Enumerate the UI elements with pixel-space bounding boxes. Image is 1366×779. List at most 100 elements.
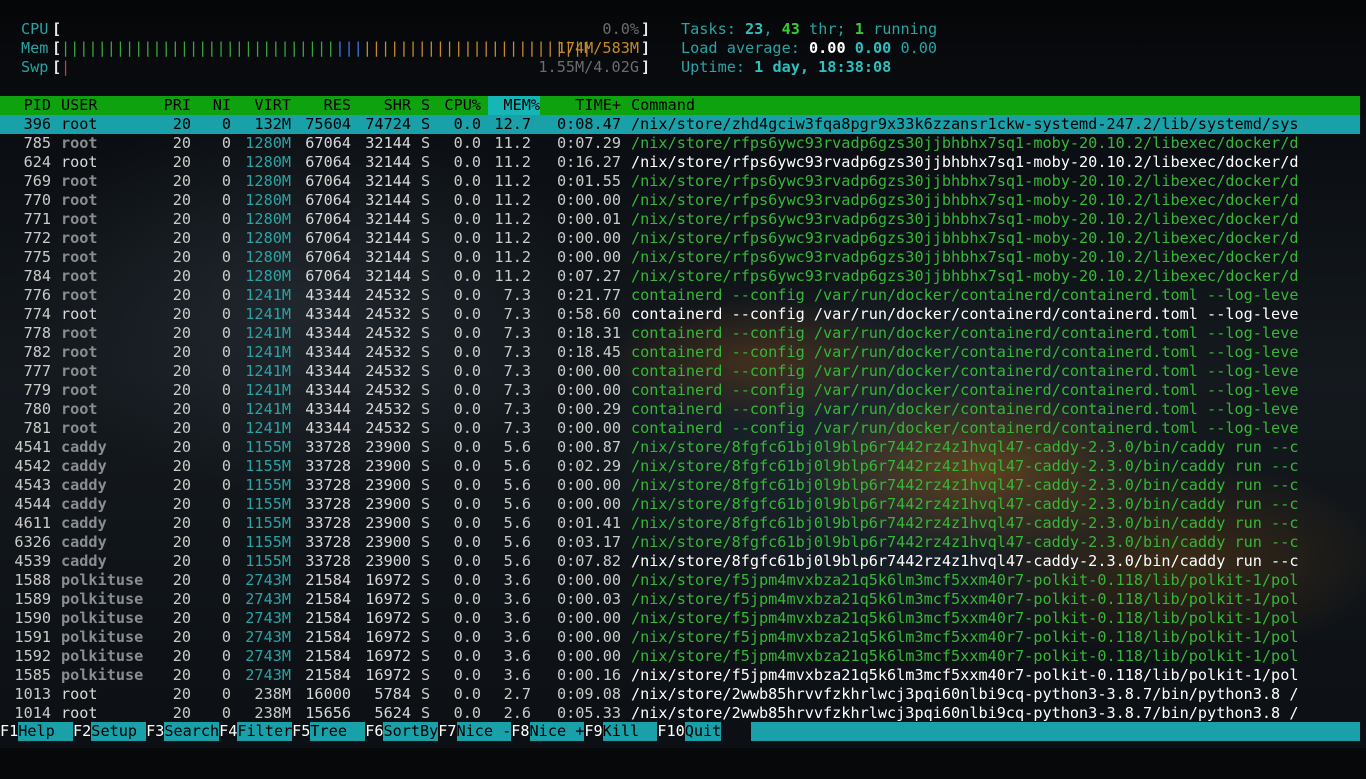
fkey-f3-action[interactable]: Search <box>164 722 220 741</box>
process-row[interactable]: 4541 caddy 20 0 1155M 33728 23900 S 0.0 5.6 0:00.8… <box>0 438 1366 457</box>
command-cell: /nix/store/rfps6ywc93rvadp6gzs30jjbhbhx7… <box>631 267 1299 285</box>
col-shr[interactable]: SHR <box>360 96 411 115</box>
ni-cell: 0 <box>221 571 231 589</box>
thread-count: 43 <box>781 20 800 38</box>
fkey-f10: F10 <box>657 722 685 740</box>
ni-cell: 0 <box>221 400 231 418</box>
process-row[interactable]: 771 root 20 0 1280M 67064 32144 S 0.0 11.2 0:00.01… <box>0 210 1366 229</box>
col-cpu[interactable]: CPU% <box>430 96 481 115</box>
col-user[interactable]: USER <box>61 96 98 115</box>
time-cell: 0:05.33 <box>556 704 621 722</box>
user-cell: root <box>61 248 98 266</box>
process-row[interactable]: 775 root 20 0 1280M 67064 32144 S 0.0 11.2 0:00.00… <box>0 248 1366 267</box>
virt-cell: 1241M <box>245 305 291 323</box>
process-row[interactable]: 4542 caddy 20 0 1155M 33728 23900 S 0.0 5.6 0:02.2… <box>0 457 1366 476</box>
ni-cell: 0 <box>221 628 231 646</box>
col-pid[interactable]: PID <box>0 96 51 115</box>
process-row[interactable]: 782 root 20 0 1241M 43344 24532 S 0.0 7.3 0:18.45 c… <box>0 343 1366 362</box>
fkey-f4-action[interactable]: Filter <box>237 722 293 741</box>
fkey-f10-action[interactable]: Quit <box>684 722 722 741</box>
command-cell: containerd --config /var/run/docker/cont… <box>631 400 1299 418</box>
pri-cell: 20 <box>172 476 191 494</box>
user-cell: root <box>61 286 98 304</box>
command-cell: /nix/store/f5jpm4mvxbza21q5k6lm3mcf5xxm4… <box>631 571 1299 589</box>
process-row[interactable]: 1014 root 20 0 238M 15656 5624 S 0.0 2.6 0:05.33/n… <box>0 704 1366 723</box>
pri-cell: 20 <box>172 267 191 285</box>
col-res[interactable]: RES <box>300 96 351 115</box>
process-row[interactable]: 784 root 20 0 1280M 67064 32144 S 0.0 11.2 0:07.27… <box>0 267 1366 286</box>
pri-cell: 20 <box>172 362 191 380</box>
command-cell: /nix/store/8fgfc61bj0l9blp6r7442rz4z1hvq… <box>631 495 1299 513</box>
col-pri[interactable]: PRI <box>140 96 191 115</box>
virt-cell: 1241M <box>245 400 291 418</box>
virt-cell: 2743M <box>245 666 291 684</box>
process-row[interactable]: 1592 polkituse 20 0 2743M 21584 16972 S 0.0 3.6 0:… <box>0 647 1366 666</box>
mem-cell: 5.6 <box>503 533 531 551</box>
process-row[interactable]: 781 root 20 0 1241M 43344 24532 S 0.0 7.3 0:00.00 c… <box>0 419 1366 438</box>
virt-cell: 1241M <box>245 286 291 304</box>
mem-cell: 3.6 <box>503 609 531 627</box>
fkey-f9-action[interactable]: Kill <box>602 722 658 741</box>
process-row[interactable]: 779 root 20 0 1241M 43344 24532 S 0.0 7.3 0:00.00 c… <box>0 381 1366 400</box>
pid-cell: 4544 <box>14 495 51 513</box>
fkey-f1-action[interactable]: Help <box>18 722 74 741</box>
pid-cell: 779 <box>23 381 51 399</box>
user-cell: root <box>61 191 98 209</box>
cpu-cell: 0.0 <box>453 609 481 627</box>
process-row[interactable]: 776 root 20 0 1241M 43344 24532 S 0.0 7.3 0:21.77 c… <box>0 286 1366 305</box>
process-row[interactable]: 1591 polkituse 20 0 2743M 21584 16972 S 0.0 3.6 0:… <box>0 628 1366 647</box>
process-row[interactable]: 769 root 20 0 1280M 67064 32144 S 0.0 11.2 0:01.55… <box>0 172 1366 191</box>
mem-cell: 3.6 <box>503 590 531 608</box>
process-row[interactable]: 777 root 20 0 1241M 43344 24532 S 0.0 7.3 0:00.00 c… <box>0 362 1366 381</box>
fkey-f8-action[interactable]: Nice + <box>529 722 585 741</box>
col-mem-sorted[interactable]: MEM% <box>488 96 540 115</box>
command-cell: containerd --config /var/run/docker/cont… <box>631 381 1299 399</box>
col-time[interactable]: TIME+ <box>540 96 621 115</box>
ni-cell: 0 <box>221 229 231 247</box>
process-row[interactable]: 4611 caddy 20 0 1155M 33728 23900 S 0.0 5.6 0:01.4… <box>0 514 1366 533</box>
res-cell: 67064 <box>305 172 351 190</box>
process-row[interactable]: 624 root 20 0 1280M 67064 32144 S 0.0 11.2 0:16.27… <box>0 153 1366 172</box>
shr-cell: 23900 <box>365 514 411 532</box>
user-cell: caddy <box>61 457 107 475</box>
virt-cell: 1155M <box>245 476 291 494</box>
ni-cell: 0 <box>221 381 231 399</box>
ni-cell: 0 <box>221 704 231 722</box>
process-row[interactable]: 772 root 20 0 1280M 67064 32144 S 0.0 11.2 0:00.00… <box>0 229 1366 248</box>
col-ni[interactable]: NI <box>200 96 231 115</box>
virt-cell: 1241M <box>245 324 291 342</box>
cpu-cell: 0.0 <box>453 495 481 513</box>
mem-cell: 11.2 <box>494 153 531 171</box>
pri-cell: 20 <box>172 571 191 589</box>
res-cell: 67064 <box>305 267 351 285</box>
ni-cell: 0 <box>221 153 231 171</box>
fkey-f7-action[interactable]: Nice - <box>456 722 512 741</box>
process-row[interactable]: 4539 caddy 20 0 1155M 33728 23900 S 0.0 5.6 0:07.8… <box>0 552 1366 571</box>
command-cell: /nix/store/f5jpm4mvxbza21q5k6lm3mcf5xxm4… <box>631 666 1299 684</box>
shr-cell: 16972 <box>365 590 411 608</box>
process-row-selected[interactable]: 396 root 20 0 132M 75604 74724 S 0.0 12.7 0:08.47/… <box>0 115 1360 134</box>
process-row[interactable]: 778 root 20 0 1241M 43344 24532 S 0.0 7.3 0:18.31 c… <box>0 324 1366 343</box>
process-row[interactable]: 1585 polkituse 20 0 2743M 21584 16972 S 0.0 3.6 0:… <box>0 666 1366 685</box>
fkey-f5-action[interactable]: Tree <box>310 722 366 741</box>
process-row[interactable]: 774 root 20 0 1241M 43344 24532 S 0.0 7.3 0:58.60 c… <box>0 305 1366 324</box>
col-virt[interactable]: VIRT <box>230 96 291 115</box>
process-row[interactable]: 6326 caddy 20 0 1155M 33728 23900 S 0.0 5.6 0:03.1… <box>0 533 1366 552</box>
process-row[interactable]: 1013 root 20 0 238M 16000 5784 S 0.0 2.7 0:09.08/n… <box>0 685 1366 704</box>
process-row[interactable]: 1590 polkituse 20 0 2743M 21584 16972 S 0.0 3.6 0:… <box>0 609 1366 628</box>
time-cell: 0:21.77 <box>556 286 621 304</box>
process-row[interactable]: 785 root 20 0 1280M 67064 32144 S 0.0 11.2 0:07.29… <box>0 134 1366 153</box>
process-row[interactable]: 1589 polkituse 20 0 2743M 21584 16972 S 0.0 3.6 0:… <box>0 590 1366 609</box>
fkey-f6-action[interactable]: SortBy <box>383 722 439 741</box>
process-row[interactable]: 1588 polkituse 20 0 2743M 21584 16972 S 0.0 3.6 0:… <box>0 571 1366 590</box>
process-row[interactable]: 770 root 20 0 1280M 67064 32144 S 0.0 11.2 0:00.00… <box>0 191 1366 210</box>
col-state[interactable]: S <box>421 96 430 115</box>
res-cell: 43344 <box>305 362 351 380</box>
fkey-f2-action[interactable]: Setup <box>91 722 147 741</box>
col-command[interactable]: Command <box>631 96 695 115</box>
process-row[interactable]: 4544 caddy 20 0 1155M 33728 23900 S 0.0 5.6 0:00.0… <box>0 495 1366 514</box>
process-row[interactable]: 780 root 20 0 1241M 43344 24532 S 0.0 7.3 0:00.29 c… <box>0 400 1366 419</box>
time-cell: 0:00.00 <box>556 647 621 665</box>
time-cell: 0:00.00 <box>556 381 621 399</box>
process-row[interactable]: 4543 caddy 20 0 1155M 33728 23900 S 0.0 5.6 0:00.0… <box>0 476 1366 495</box>
